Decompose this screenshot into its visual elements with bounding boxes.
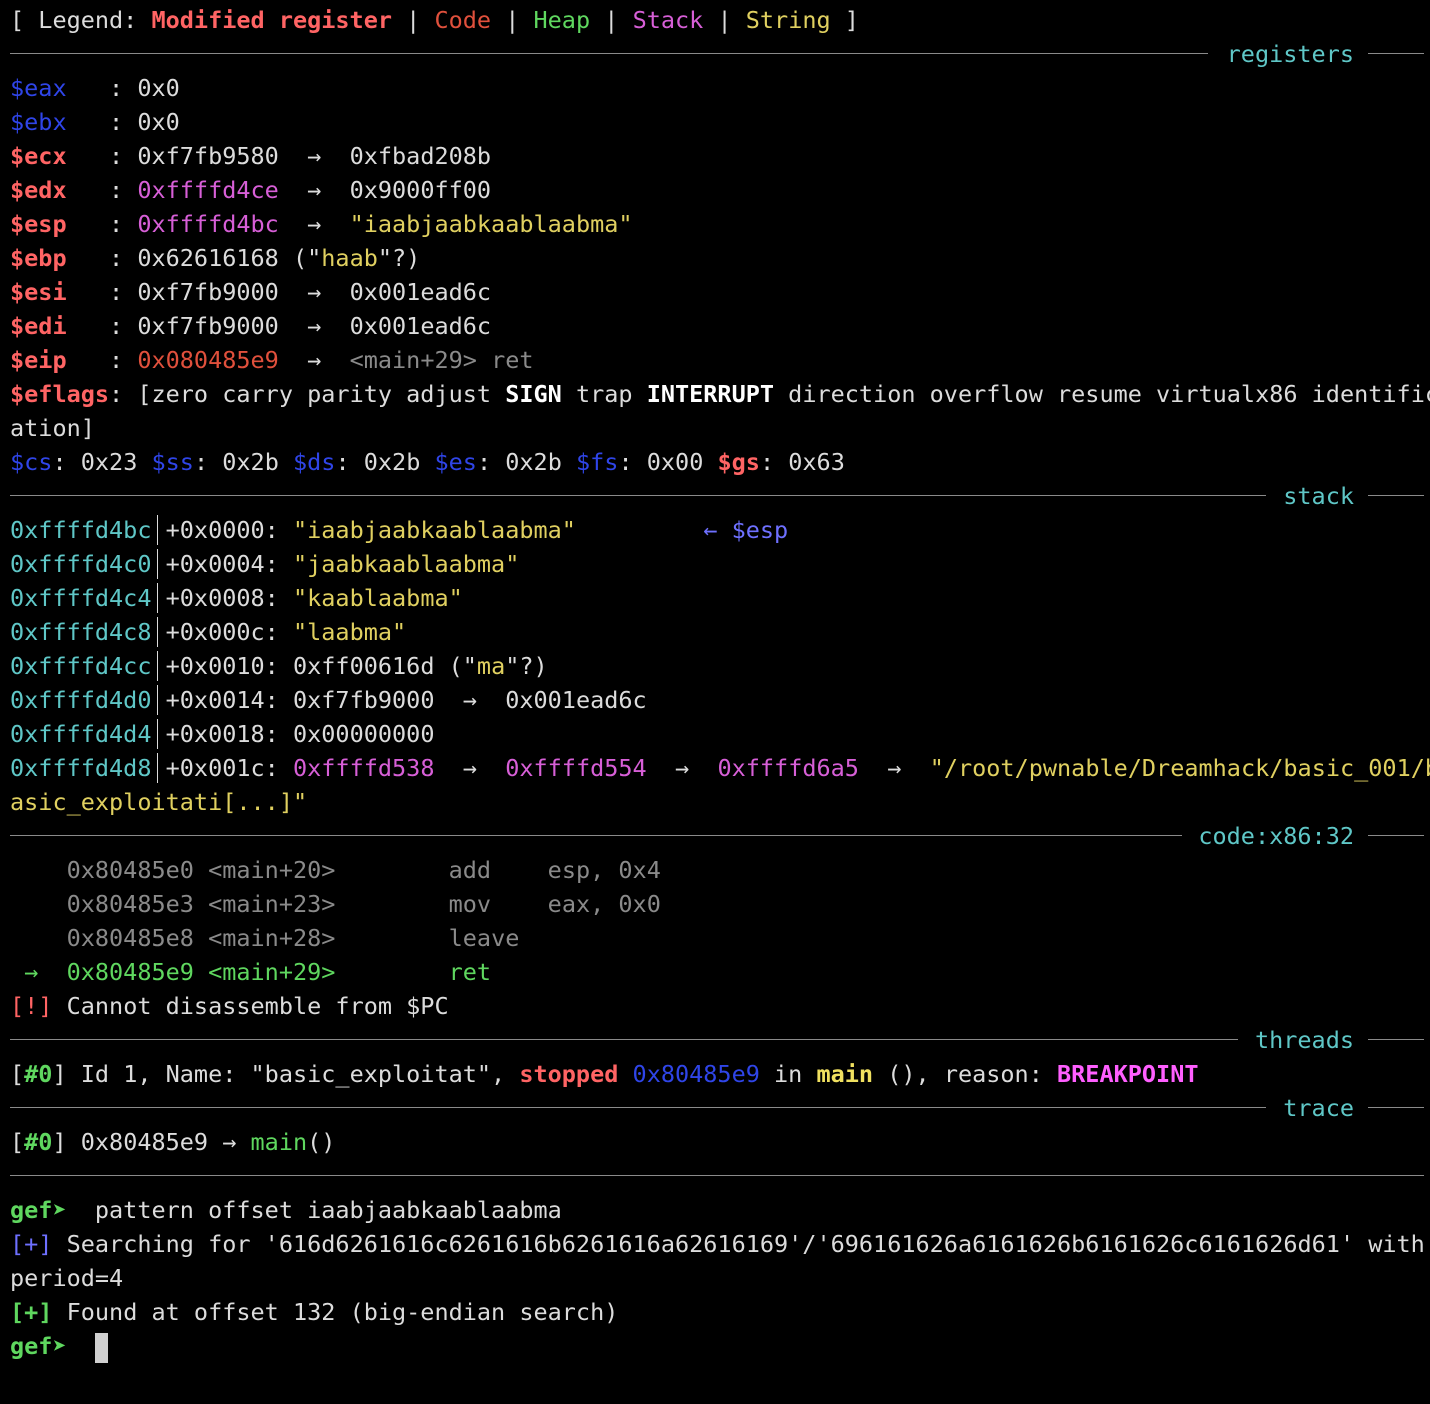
disasm-warning: [!] Cannot disassemble from $PC	[10, 992, 449, 1020]
code-title: code:x86:32	[1198, 822, 1354, 850]
text-cursor[interactable]	[94, 1332, 108, 1363]
trace-separator: trace	[10, 1091, 1424, 1125]
reg-ebp: $ebp : 0x62616168 ("haab"?)	[10, 244, 421, 272]
reg-edi: $edi : 0xf7fb9000 → 0x001ead6c	[10, 312, 492, 340]
stack-row: 0xffffd4d4 +0x0018: 0x00000000	[10, 719, 435, 749]
reg-eip: $eip : 0x080485e9 → <main+29> ret	[10, 346, 534, 374]
stack-row: 0xffffd4cc +0x0010: 0xff00616d ("ma"?)	[10, 651, 548, 681]
stack-separator: stack	[10, 479, 1424, 513]
trace-line: [#0] 0x80485e9 → main()	[10, 1128, 336, 1156]
disasm-line: 0x80485e0 <main+20> add esp, 0x4	[66, 856, 661, 884]
stack-row: 0xffffd4bc +0x0000: "iaabjaabkaablaabma"…	[10, 515, 789, 545]
stack-row: 0xffffd4d0 +0x0014: 0xf7fb9000 → 0x001ea…	[10, 685, 647, 715]
command-text: pattern offset iaabjaabkaablaabma	[66, 1196, 562, 1224]
reg-esi: $esi : 0xf7fb9000 → 0x001ead6c	[10, 278, 492, 306]
input-line[interactable]: gef➤	[10, 1329, 108, 1363]
terminal[interactable]: [ Legend: Modified register | Code | Hea…	[0, 0, 1430, 1404]
reg-ebx: $ebx : 0x0	[10, 108, 180, 136]
prompt: gef➤	[10, 1332, 67, 1360]
stack-row: 0xffffd4d8 +0x001c: 0xffffd538 → 0xffffd…	[10, 753, 1430, 783]
registers-separator: registers	[10, 37, 1424, 71]
reg-ecx: $ecx : 0xf7fb9580 → 0xfbad208b	[10, 142, 492, 170]
registers-title: registers	[1226, 40, 1354, 68]
legend-code: Code	[434, 6, 492, 34]
end-separator	[10, 1175, 1424, 1176]
disasm-line: 0x80485e3 <main+23> mov eax, 0x0	[66, 890, 661, 918]
prompt: gef➤	[10, 1196, 67, 1224]
reg-edx: $edx : 0xffffd4ce → 0x9000ff00	[10, 176, 492, 204]
stack-row: 0xffffd4c0 +0x0004: "jaabkaablaabma"	[10, 549, 520, 579]
disasm-line: 0x80485e8 <main+28> leave	[66, 924, 520, 952]
reg-eax: $eax : 0x0	[10, 74, 180, 102]
disasm-current-line: → 0x80485e9 <main+29> ret	[10, 958, 492, 986]
stack-title: stack	[1283, 482, 1354, 510]
output-line-wrap: period=4	[10, 1264, 124, 1292]
output-line: [+] Searching for '616d6261616c6261616b6…	[10, 1230, 1425, 1258]
reg-eflags: $eflags: [zero carry parity adjust SIGN …	[10, 380, 1430, 408]
reg-esp: $esp : 0xffffd4bc → "iaabjaabkaablaabma"	[10, 210, 633, 238]
legend-string: String	[745, 6, 831, 34]
trace-title: trace	[1283, 1094, 1354, 1122]
legend-modified-register: Modified register	[151, 6, 393, 34]
reg-eflags-wrap: ation]	[10, 414, 95, 442]
legend: [ Legend: Modified register | Code | Hea…	[10, 6, 859, 34]
threads-separator: threads	[10, 1023, 1424, 1057]
thread-line: [#0] Id 1, Name: "basic_exploitat", stop…	[10, 1060, 1199, 1088]
output-line: [+] Found at offset 132 (big-endian sear…	[10, 1298, 619, 1326]
stack-row-wrap: asic_exploitati[...]"	[10, 788, 308, 816]
stack-row: 0xffffd4c4 +0x0008: "kaablaabma"	[10, 583, 463, 613]
code-separator: code:x86:32	[10, 819, 1424, 853]
threads-title: threads	[1254, 1026, 1354, 1054]
legend-heap: Heap	[533, 6, 591, 34]
prompt-line: gef➤ pattern offset iaabjaabkaablaabma	[10, 1193, 562, 1227]
legend-stack: Stack	[632, 6, 704, 34]
stack-row: 0xffffd4c8 +0x000c: "laabma"	[10, 617, 407, 647]
segment-registers: $cs: 0x23 $ss: 0x2b $ds: 0x2b $es: 0x2b …	[10, 448, 845, 476]
